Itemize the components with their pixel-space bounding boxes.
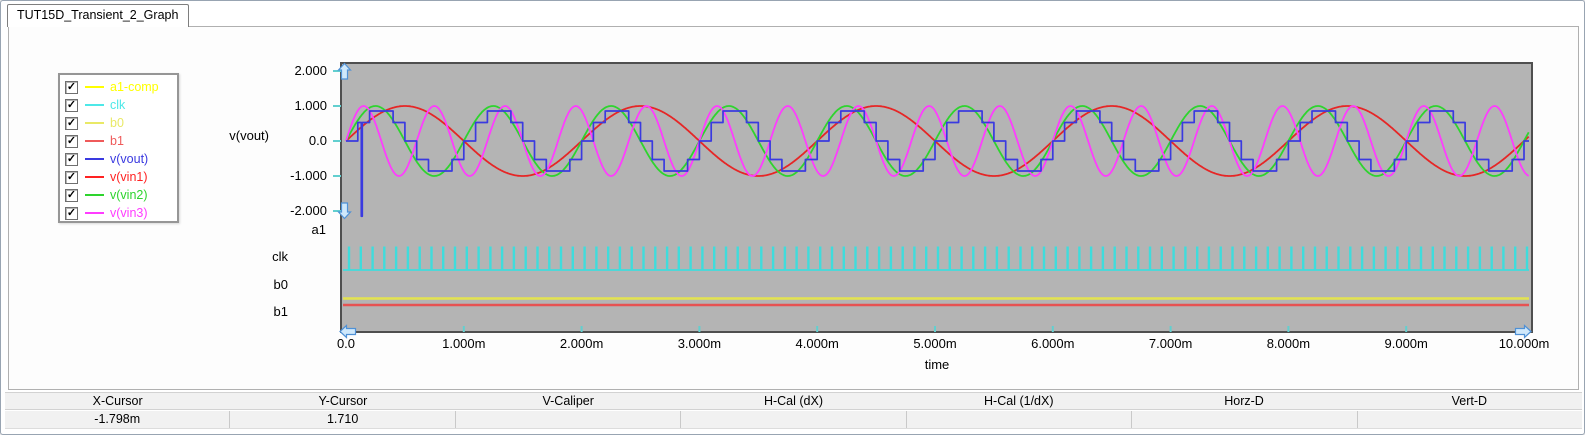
- readout-header: Y-Cursor: [230, 393, 455, 409]
- readout-header: H-Cal (dX): [681, 393, 906, 409]
- legend-item-v(vout): ✓ v(vout): [60, 150, 177, 168]
- readout-value: [1132, 411, 1357, 428]
- plot-area[interactable]: [341, 63, 1532, 332]
- legend-checkbox-b0[interactable]: ✓: [65, 117, 78, 130]
- readout-value: 1.710: [230, 411, 455, 428]
- readout-header: Horz-D: [1131, 393, 1356, 409]
- legend-checkbox-a1-comp[interactable]: ✓: [65, 81, 78, 94]
- legend-checkbox-v(vout)[interactable]: ✓: [65, 153, 78, 166]
- legend-color-swatch: [85, 104, 104, 106]
- legend-item-a1-comp: ✓ a1-comp: [60, 78, 177, 96]
- legend-label: b1: [110, 134, 124, 148]
- legend-item-v(vin1): ✓ v(vin1): [60, 168, 177, 186]
- legend-color-swatch: [85, 194, 104, 196]
- legend-checkbox-v(vin2)[interactable]: ✓: [65, 189, 78, 202]
- legend-label: clk: [110, 98, 125, 112]
- legend-checkbox-v(vin1)[interactable]: ✓: [65, 171, 78, 184]
- legend-item-clk: ✓ clk: [60, 96, 177, 114]
- legend-label: v(vin1): [110, 170, 148, 184]
- legend-color-swatch: [85, 158, 104, 160]
- legend-color-swatch: [85, 212, 104, 214]
- readout-header: H-Cal (1/dX): [906, 393, 1131, 409]
- readout-value: [1358, 411, 1582, 428]
- graph-tab[interactable]: TUT15D_Transient_2_Graph: [7, 4, 189, 27]
- legend-checkbox-b1[interactable]: ✓: [65, 135, 78, 148]
- legend-label: v(vout): [110, 152, 148, 166]
- readout-value: [907, 411, 1132, 428]
- readout-value: -1.798m: [5, 411, 230, 428]
- plot-svg: [1, 1, 1585, 435]
- legend-label: b0: [110, 116, 124, 130]
- legend-box: ✓ a1-comp ✓ clk ✓ b0 ✓ b1 ✓ v(vout) ✓ v(vin1) ✓ v(vin…: [58, 73, 179, 223]
- cursor-readout-headers: X-CursorY-CursorV-CaliperH-Cal (dX)H-Cal…: [5, 392, 1582, 410]
- graph-window: TUT15D_Transient_2_Graph ✓ a1-comp ✓ clk ✓ b0…: [0, 0, 1585, 435]
- legend-item-v(vin2): ✓ v(vin2): [60, 186, 177, 204]
- legend-color-swatch: [85, 140, 104, 142]
- legend-color-swatch: [85, 176, 104, 178]
- readout-value: [681, 411, 906, 428]
- legend-label: v(vin3): [110, 206, 148, 220]
- trace-clk-pulses: [349, 247, 1527, 271]
- readout-value: [456, 411, 681, 428]
- legend-checkbox-v(vin3)[interactable]: ✓: [65, 207, 78, 220]
- readout-header: X-Cursor: [5, 393, 230, 409]
- legend-item-b1: ✓ b1: [60, 132, 177, 150]
- legend-item-b0: ✓ b0: [60, 114, 177, 132]
- legend-item-v(vin3): ✓ v(vin3): [60, 204, 177, 222]
- readout-header: V-Caliper: [456, 393, 681, 409]
- cursor-readout-values: -1.798m1.710: [5, 411, 1582, 429]
- legend-label: a1-comp: [110, 80, 159, 94]
- legend-color-swatch: [85, 122, 104, 124]
- legend-checkbox-clk[interactable]: ✓: [65, 99, 78, 112]
- legend-label: v(vin2): [110, 188, 148, 202]
- readout-header: Vert-D: [1357, 393, 1582, 409]
- legend-color-swatch: [85, 86, 104, 88]
